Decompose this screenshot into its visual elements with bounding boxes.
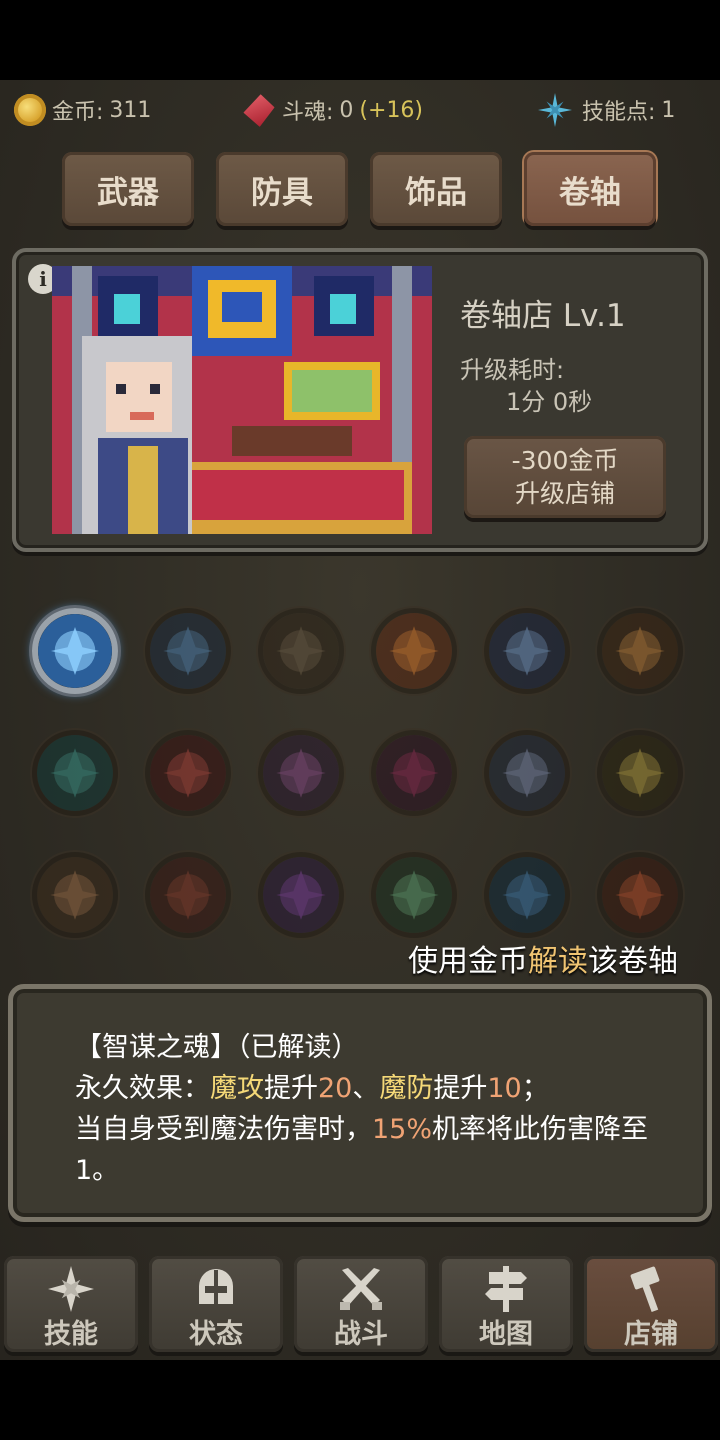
blood-slash-icon <box>150 735 226 811</box>
scroll-slot[interactable] <box>32 608 118 694</box>
soul-value: 0 <box>339 97 354 123</box>
shop-panel: i 卷轴店 Lv.1 升级耗时: 1分 0秒 -300金币 升级店铺 <box>12 248 708 552</box>
gold-value: 311 <box>109 97 152 123</box>
nav-status-label: 状态 <box>189 1319 243 1350</box>
heart-icon <box>376 857 452 933</box>
scroll-slot[interactable] <box>597 608 683 694</box>
spikes-icon <box>489 735 565 811</box>
category-tabs: 武器 防具 饰品 卷轴 <box>62 152 656 226</box>
scroll-slot[interactable] <box>484 608 570 694</box>
tab-accessories[interactable]: 饰品 <box>370 152 502 226</box>
vortex-icon <box>37 735 113 811</box>
frost-tree-icon <box>489 613 565 689</box>
scroll-slot[interactable] <box>371 608 457 694</box>
soul-label: 斗魂: <box>282 100 334 125</box>
stat-magic-defense: 魔防 <box>379 1073 434 1104</box>
scroll-slot[interactable] <box>597 730 683 816</box>
gold-coin-icon <box>14 94 46 126</box>
nav-status[interactable]: 状态 <box>149 1256 283 1352</box>
flame-icon <box>602 613 678 689</box>
rune-circle-icon <box>263 613 339 689</box>
nav-map-label: 地图 <box>479 1319 533 1350</box>
effect-sep: 、 <box>352 1073 380 1104</box>
scroll-title: 【智谋之魂】（已解读） <box>75 1032 359 1063</box>
fire-burst-icon <box>376 613 452 689</box>
tab-weapons[interactable]: 武器 <box>62 152 194 226</box>
nav-battle[interactable]: 战斗 <box>294 1256 428 1352</box>
scroll-slot[interactable] <box>258 730 344 816</box>
upgrade-time-label: 升级耗时: <box>460 356 565 384</box>
scroll-slot[interactable] <box>32 730 118 816</box>
passive-line: 当自身受到魔法伤害时，15%机率将此伤害降至1。 <box>75 1109 667 1191</box>
scroll-slot[interactable] <box>484 852 570 938</box>
water-icon <box>489 857 565 933</box>
soul-crystal-icon <box>241 91 277 129</box>
effect-line: 永久效果：魔攻提升20、魔防提升10； <box>75 1068 667 1109</box>
scroll-slot[interactable] <box>597 852 683 938</box>
skill-star-icon <box>538 93 572 127</box>
crossed-swords-icon <box>340 1268 382 1310</box>
scroll-slot[interactable] <box>145 730 231 816</box>
upgrade-cost: -300金币 <box>511 446 619 475</box>
signpost-icon <box>485 1266 527 1312</box>
skill-value: 1 <box>661 97 676 123</box>
scroll-slot[interactable] <box>371 852 457 938</box>
nav-skills[interactable]: 技能 <box>4 1256 138 1352</box>
soul-counter: 斗魂: 0 (+16) <box>246 94 423 126</box>
scroll-slot[interactable] <box>371 730 457 816</box>
scroll-description-panel: 【智谋之魂】（已解读） 永久效果：魔攻提升20、魔防提升10； 当自身受到魔法伤… <box>8 984 712 1222</box>
passive-chance: 15% <box>372 1114 433 1145</box>
stat-magic-attack: 魔攻 <box>210 1073 264 1104</box>
tab-armor[interactable]: 防具 <box>216 152 348 226</box>
nav-shop-label: 店铺 <box>624 1319 678 1350</box>
nav-battle-label: 战斗 <box>334 1319 388 1350</box>
nav-map[interactable]: 地图 <box>439 1256 573 1352</box>
gold-label: 金币: <box>52 100 104 125</box>
thunder-icon <box>602 735 678 811</box>
decode-hint: 使用金币解读该卷轴 <box>408 936 678 980</box>
resource-bar: 金币: 311 斗魂: 0 (+16) 技能点: 1 <box>0 80 720 140</box>
spiral-icon <box>150 857 226 933</box>
shield-icon <box>37 857 113 933</box>
bottom-nav: 技能 状态 战斗 地图 店铺 <box>4 1256 718 1352</box>
scroll-slot[interactable] <box>32 852 118 938</box>
shadow-icon <box>263 735 339 811</box>
stat-value-2: 10 <box>487 1073 522 1104</box>
effect-verb-2: 提升 <box>433 1073 488 1104</box>
tab-scrolls[interactable]: 卷轴 <box>524 152 656 226</box>
net-icon <box>263 857 339 933</box>
scroll-slot[interactable] <box>258 608 344 694</box>
fire-orb-icon <box>602 857 678 933</box>
soul-bonus: (+16) <box>359 97 424 123</box>
scroll-slot[interactable] <box>145 852 231 938</box>
effect-prefix: 永久效果： <box>75 1073 210 1104</box>
sparkle-icon <box>48 1266 94 1312</box>
ice-crystal-icon <box>38 614 112 688</box>
demon-mask-icon <box>376 735 452 811</box>
nav-skills-label: 技能 <box>44 1319 98 1350</box>
shop-title: 卷轴店 Lv.1 <box>460 298 626 334</box>
shopkeeper-illustration <box>52 266 432 534</box>
helmet-icon <box>199 1269 233 1304</box>
stat-value-1: 20 <box>318 1073 353 1104</box>
skill-label: 技能点: <box>582 100 656 125</box>
scroll-slot[interactable] <box>145 608 231 694</box>
hint-post: 该卷轴 <box>588 944 678 979</box>
effect-verb-1: 提升 <box>264 1073 318 1104</box>
nav-shop[interactable]: 店铺 <box>584 1256 718 1352</box>
upgrade-shop-button[interactable]: -300金币 升级店铺 <box>464 436 666 518</box>
upgrade-action: 升级店铺 <box>514 479 615 508</box>
scroll-slot[interactable] <box>484 730 570 816</box>
upgrade-time-value: 1分 0秒 <box>506 388 593 416</box>
hint-highlight: 解读 <box>528 944 588 979</box>
passive-prefix: 当自身受到魔法伤害时， <box>75 1114 372 1145</box>
effect-end: ； <box>521 1073 549 1104</box>
slash-icon <box>150 613 226 689</box>
scroll-slot[interactable] <box>258 852 344 938</box>
skill-point-counter: 技能点: 1 <box>538 94 675 126</box>
hammer-icon <box>630 1266 660 1313</box>
game-screen: 金币: 311 斗魂: 0 (+16) 技能点: 1 武器 防具 饰品 卷轴 i <box>0 80 720 1360</box>
gold-counter: 金币: 311 <box>14 94 151 126</box>
hint-pre: 使用金币 <box>408 944 528 979</box>
